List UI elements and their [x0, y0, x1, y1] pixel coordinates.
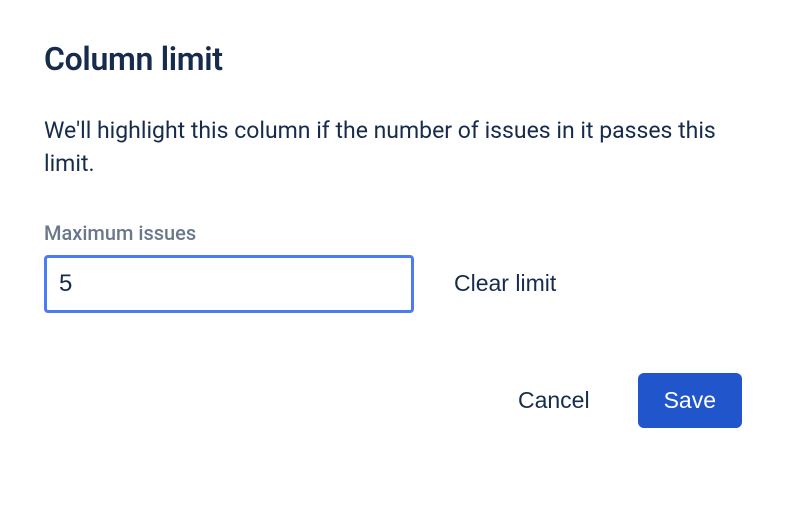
- dialog-description: We'll highlight this column if the numbe…: [44, 114, 742, 181]
- input-row: Clear limit: [44, 255, 742, 313]
- clear-limit-button[interactable]: Clear limit: [454, 270, 556, 297]
- cancel-button[interactable]: Cancel: [498, 373, 610, 428]
- save-button[interactable]: Save: [638, 373, 742, 428]
- dialog-title: Column limit: [44, 40, 742, 78]
- maximum-issues-label: Maximum issues: [44, 221, 742, 245]
- maximum-issues-input[interactable]: [44, 255, 414, 313]
- button-row: Cancel Save: [44, 373, 742, 428]
